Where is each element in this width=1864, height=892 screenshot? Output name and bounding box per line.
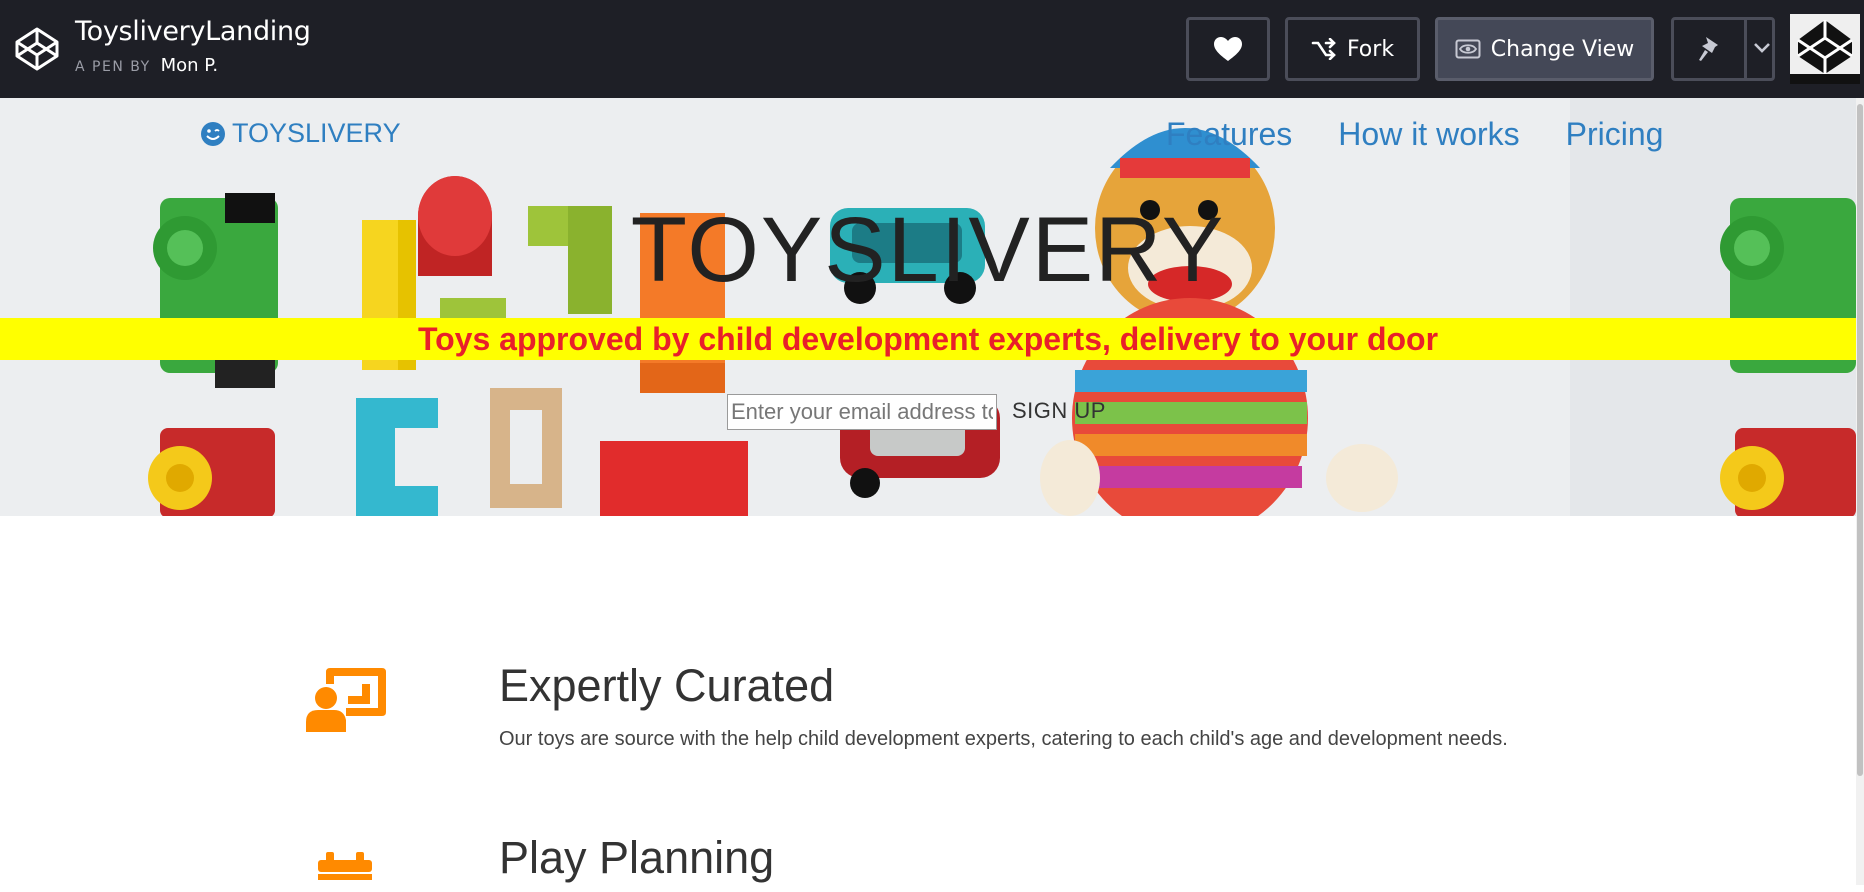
user-avatar[interactable] bbox=[1790, 14, 1860, 84]
calendar-icon bbox=[318, 852, 372, 880]
hero-title: TOYSLIVERY bbox=[630, 199, 1226, 301]
fork-button[interactable]: Fork bbox=[1285, 17, 1420, 81]
heart-icon bbox=[1214, 37, 1242, 61]
pin-icon bbox=[1699, 37, 1718, 61]
pen-byline: A PEN BY Mon P. bbox=[75, 55, 218, 76]
feature-description: Our toys are source with the help child … bbox=[499, 728, 1508, 750]
change-view-button[interactable]: Change View bbox=[1435, 17, 1654, 81]
hero-section: TOYSLIVERY Features How it works Pricing… bbox=[0, 98, 1856, 516]
chevron-down-icon[interactable] bbox=[1752, 40, 1772, 54]
brand-name: TOYSLIVERY bbox=[232, 118, 401, 148]
nav-link-features[interactable]: Features bbox=[1166, 116, 1292, 153]
main-nav: Features How it works Pricing bbox=[1166, 116, 1709, 153]
feature-play-planning: Play Planning bbox=[0, 820, 1856, 885]
codepen-logo-icon[interactable] bbox=[14, 26, 60, 72]
feature-expertly-curated: Expertly Curated Our toys are source wit… bbox=[0, 640, 1856, 760]
teacher-board-icon bbox=[306, 668, 386, 732]
hero-toys-background bbox=[0, 98, 1856, 516]
like-button[interactable] bbox=[1186, 17, 1270, 81]
feature-title: Play Planning bbox=[499, 832, 775, 883]
page-scrollbar[interactable] bbox=[1856, 98, 1864, 885]
smile-wink-icon bbox=[201, 121, 225, 146]
feature-title: Expertly Curated bbox=[499, 660, 835, 711]
email-input[interactable] bbox=[727, 394, 997, 430]
change-view-label: Change View bbox=[1490, 36, 1635, 62]
nav-link-pricing[interactable]: Pricing bbox=[1566, 116, 1664, 153]
eye-icon bbox=[1455, 39, 1481, 59]
scrollbar-thumb[interactable] bbox=[1857, 104, 1863, 776]
fork-label: Fork bbox=[1346, 36, 1395, 62]
pen-title[interactable]: ToysliveryLanding bbox=[75, 16, 311, 47]
nav-link-how-it-works[interactable]: How it works bbox=[1338, 116, 1519, 153]
tagline-text: Toys approved by child development exper… bbox=[417, 321, 1439, 357]
brand-link[interactable]: TOYSLIVERY bbox=[200, 118, 401, 149]
pin-divider bbox=[1744, 20, 1747, 78]
tagline-banner: Toys approved by child development exper… bbox=[0, 318, 1856, 360]
signup-button[interactable]: SIGN UP bbox=[1012, 398, 1106, 424]
pen-author-link[interactable]: Mon P. bbox=[161, 55, 218, 76]
pin-button[interactable] bbox=[1671, 17, 1775, 81]
byline-prefix: A PEN BY bbox=[75, 59, 151, 75]
codepen-header: ToysliveryLanding A PEN BY Mon P. Fork C… bbox=[0, 0, 1864, 98]
fork-icon bbox=[1311, 38, 1336, 60]
avatar-image bbox=[1790, 14, 1860, 84]
